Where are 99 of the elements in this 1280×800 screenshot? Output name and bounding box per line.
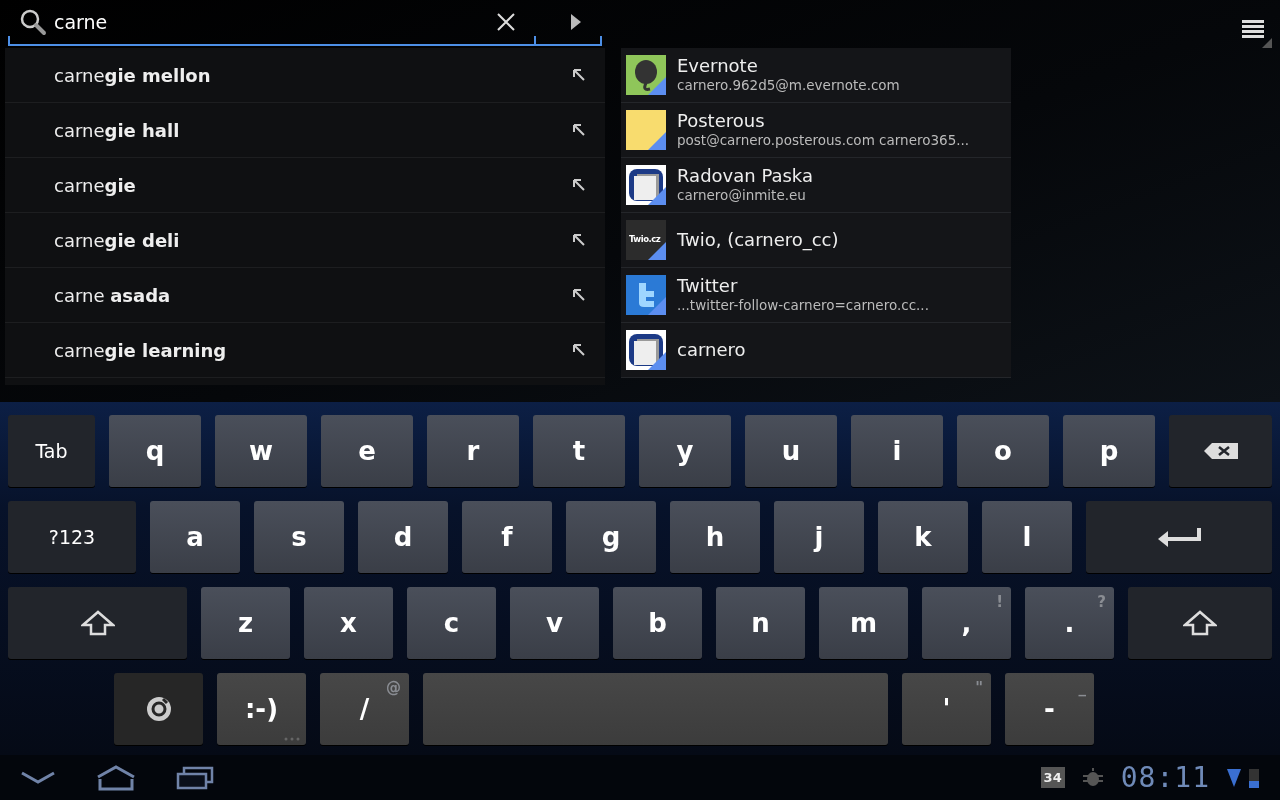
- contact-app-icon: [626, 330, 666, 370]
- contact-item[interactable]: Posterous post@carnero.posterous.com carnero365...: [621, 103, 1011, 158]
- key[interactable]: d: [358, 501, 448, 573]
- key[interactable]: h: [670, 501, 760, 573]
- backspace-icon: [1202, 442, 1239, 460]
- return-arrow-icon: [1156, 526, 1202, 548]
- contact-item[interactable]: Evernote carnero.962d5@m.evernote.com: [621, 48, 1011, 103]
- key[interactable]: y: [639, 415, 731, 487]
- key[interactable]: o: [957, 415, 1049, 487]
- arrow-up-left-icon: [573, 69, 585, 81]
- suggestion-item[interactable]: carnegie: [5, 158, 605, 213]
- home-icon: [96, 764, 136, 791]
- backspace-key[interactable]: [1169, 415, 1272, 487]
- go-button[interactable]: [570, 13, 582, 31]
- key[interactable]: j: [774, 501, 864, 573]
- stacked-windows-icon: [176, 765, 214, 790]
- key-hint: _: [1078, 678, 1086, 699]
- key[interactable]: n: [716, 587, 805, 659]
- arrow-up-left-icon: [573, 179, 585, 191]
- key[interactable]: e: [321, 415, 413, 487]
- contact-item[interactable]: Twitter ...twitter-follow-carnero=carnero.cc...: [621, 268, 1011, 323]
- contact-item[interactable]: carnero: [621, 323, 1011, 378]
- key[interactable]: - _: [1005, 673, 1094, 745]
- key[interactable]: v: [510, 587, 599, 659]
- key[interactable]: p: [1063, 415, 1155, 487]
- notification-count: 34: [1040, 766, 1065, 789]
- contact-name: Evernote: [677, 55, 759, 77]
- contact-name: Twitter: [677, 275, 739, 297]
- contact-app-icon: [626, 110, 666, 150]
- settings-key[interactable]: [114, 673, 203, 745]
- contact-app-icon: [626, 165, 666, 205]
- suggestion-item[interactable]: carne asada: [5, 268, 605, 323]
- contact-name: Twio, (carnero_cc): [677, 229, 839, 251]
- clock: 08:11: [1120, 759, 1210, 796]
- function-key[interactable]: ?123: [8, 501, 136, 573]
- shift-key[interactable]: [1128, 587, 1272, 659]
- key[interactable]: :-): [217, 673, 306, 745]
- close-icon: [496, 12, 516, 32]
- play-icon: [570, 13, 582, 31]
- contact-detail: post@carnero.posterous.com carnero365...: [677, 132, 970, 150]
- wifi-signal-icon: [1226, 766, 1242, 789]
- clear-button[interactable]: [496, 12, 516, 32]
- arrow-up-left-icon: [573, 344, 585, 356]
- key[interactable]: a: [150, 501, 240, 573]
- contact-name: carnero: [677, 339, 746, 361]
- battery-icon: [1248, 766, 1260, 789]
- shift-arrow-icon: [1183, 610, 1217, 636]
- key-hint: @: [386, 678, 401, 699]
- key[interactable]: b: [613, 587, 702, 659]
- key[interactable]: g: [566, 501, 656, 573]
- contact-app-icon: [626, 220, 666, 260]
- key[interactable]: z: [201, 587, 290, 659]
- key[interactable]: f: [462, 501, 552, 573]
- key[interactable]: / @: [320, 673, 409, 745]
- contact-detail: carnero.962d5@m.evernote.com: [677, 77, 900, 95]
- menu-icon: [1242, 18, 1274, 50]
- menu-button[interactable]: [1242, 18, 1274, 50]
- chevron-down-icon: [20, 770, 56, 785]
- contact-detail: ...twitter-follow-carnero=carnero.cc...: [677, 297, 929, 315]
- contact-item[interactable]: Twio.cz Twio, (carnero_cc): [621, 213, 1011, 268]
- shift-arrow-icon: [80, 610, 115, 636]
- search-icon: [18, 7, 48, 37]
- suggestion-item[interactable]: carnegie learning: [5, 323, 605, 378]
- contact-name: Posterous: [677, 110, 766, 132]
- contact-item[interactable]: Radovan Paska carnero@inmite.eu: [621, 158, 1011, 213]
- recent-apps-button[interactable]: [176, 765, 214, 790]
- key[interactable]: r: [427, 415, 519, 487]
- key[interactable]: c: [407, 587, 496, 659]
- logo-text: Twio.cz: [629, 233, 661, 246]
- key[interactable]: w: [215, 415, 307, 487]
- suggestion-item[interactable]: carnegie mellon: [5, 48, 605, 103]
- key[interactable]: . ?: [1025, 587, 1114, 659]
- key-hint: !: [996, 592, 1003, 613]
- search-input[interactable]: carne: [48, 7, 468, 37]
- key[interactable]: m: [819, 587, 908, 659]
- bug-icon: [1080, 766, 1105, 789]
- arrow-up-left-icon: [573, 289, 585, 301]
- function-key[interactable]: Tab: [8, 415, 95, 487]
- contact-name: Radovan Paska: [677, 165, 813, 187]
- key[interactable]: , !: [922, 587, 1011, 659]
- contact-detail: carnero@inmite.eu: [677, 187, 807, 205]
- arrow-up-left-icon: [573, 234, 585, 246]
- arrow-up-left-icon: [573, 124, 585, 136]
- home-button[interactable]: [96, 764, 136, 791]
- settings-icon: [144, 695, 173, 723]
- key[interactable]: u: [745, 415, 837, 487]
- back-button[interactable]: [20, 770, 56, 785]
- key[interactable]: k: [878, 501, 968, 573]
- key[interactable]: t: [533, 415, 625, 487]
- key[interactable]: x: [304, 587, 393, 659]
- key-hint: ": [975, 678, 983, 699]
- key[interactable]: i: [851, 415, 943, 487]
- key[interactable]: s: [254, 501, 344, 573]
- key[interactable]: q: [109, 415, 201, 487]
- suggestion-item[interactable]: carnegie deli: [5, 213, 605, 268]
- key[interactable]: l: [982, 501, 1072, 573]
- key[interactable]: ' ": [902, 673, 991, 745]
- suggestion-item[interactable]: carnegie hall: [5, 103, 605, 158]
- key-hint: ?: [1097, 592, 1106, 613]
